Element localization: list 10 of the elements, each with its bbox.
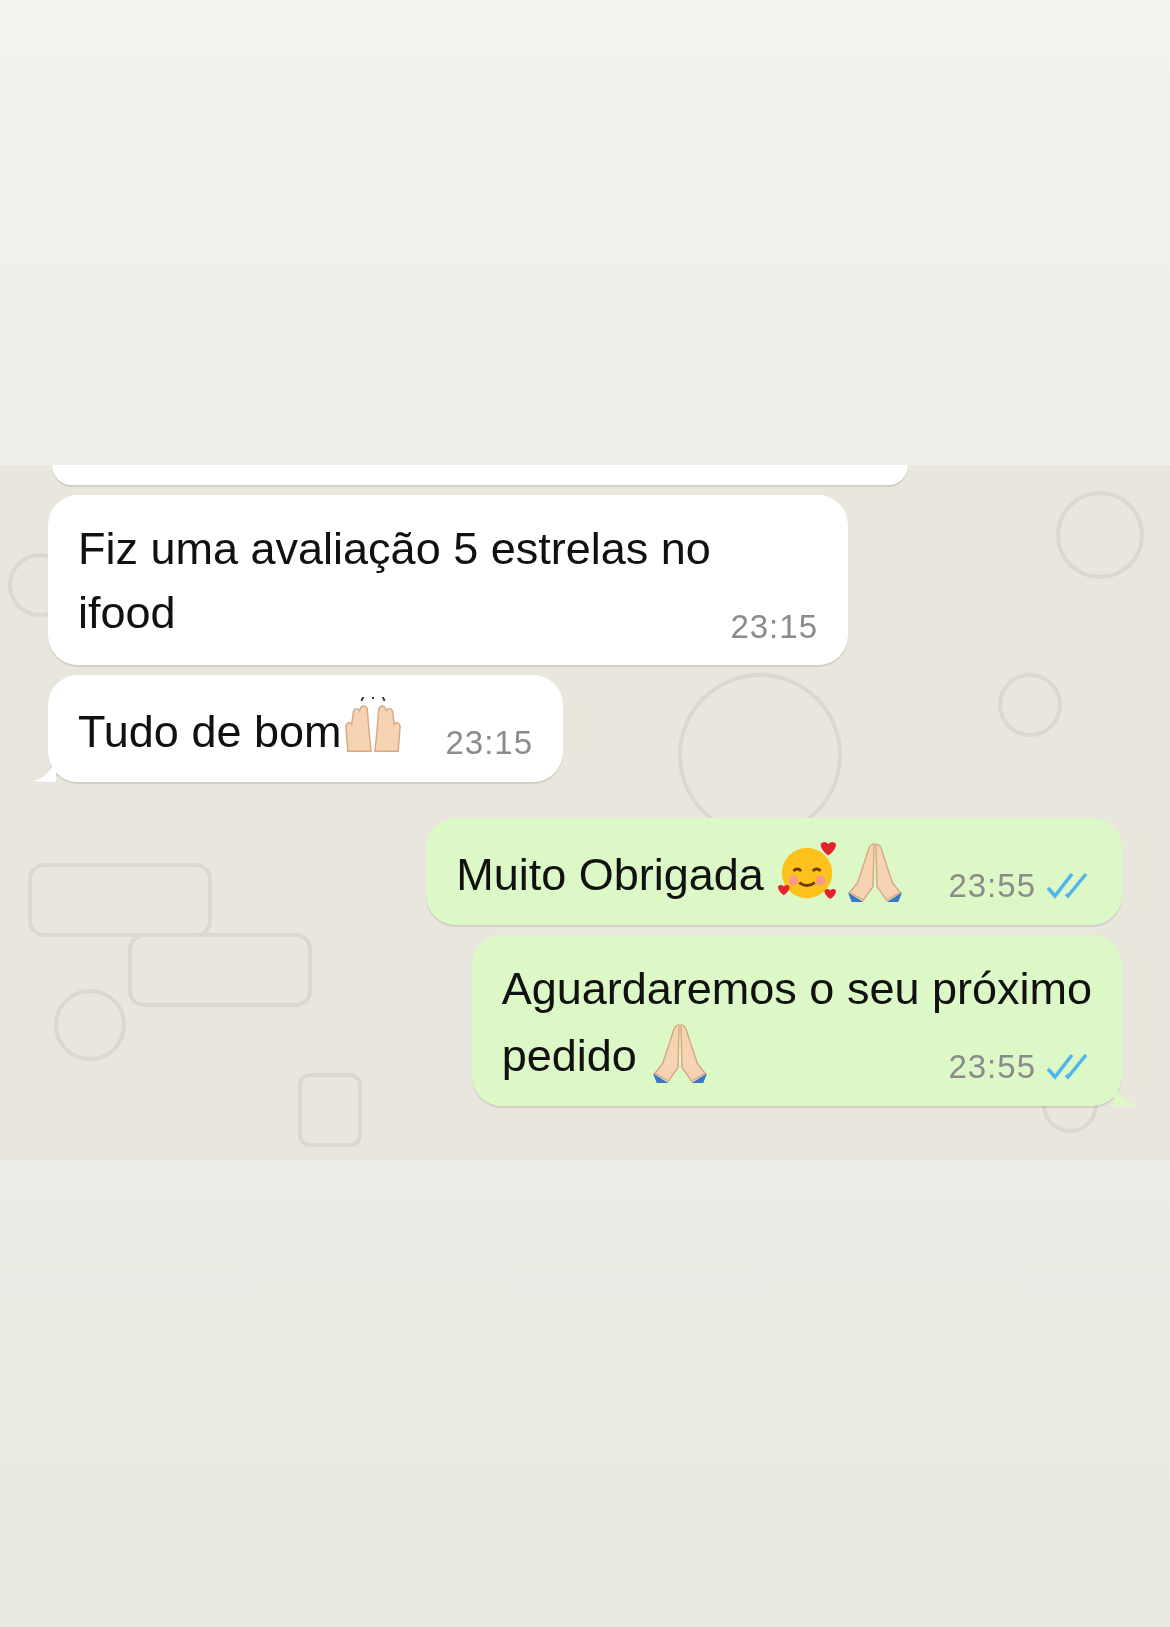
message-text: Fiz uma avaliação 5 estrelas no ifood	[78, 523, 711, 638]
smiling-face-with-hearts-icon	[776, 840, 839, 902]
message-time: 23:15	[445, 723, 534, 763]
message-time: 23:55	[948, 1047, 1036, 1087]
message-text: Muito Obrigada	[456, 849, 765, 900]
message-time: 23:55	[948, 866, 1036, 906]
message-time: 23:15	[730, 607, 818, 647]
message-text: Tudo de bom	[78, 706, 342, 757]
message-text: Aguardaremos o seu próximo	[501, 962, 1092, 1016]
message-text: pedido	[501, 1030, 638, 1081]
